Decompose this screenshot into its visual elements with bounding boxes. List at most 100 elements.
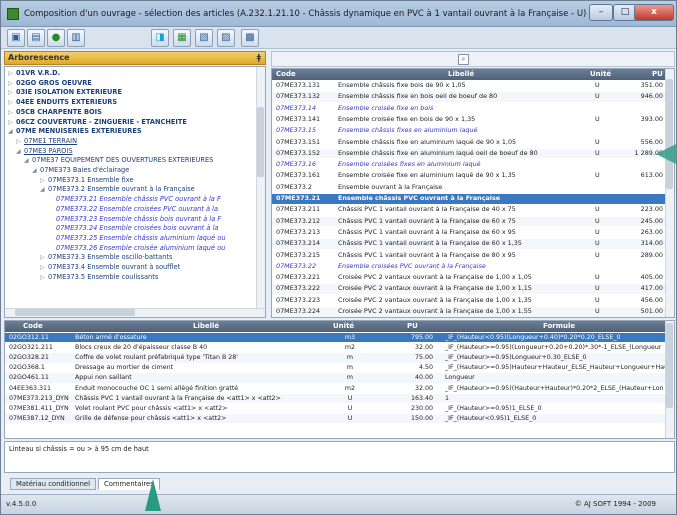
table-row[interactable]: 07ME373.16 Ensemble croisées fixes en alu… bbox=[272, 160, 667, 170]
filter-icon[interactable]: ▥ bbox=[67, 29, 85, 47]
expand-arrow-icon[interactable]: ▷ bbox=[40, 176, 48, 185]
table-row[interactable]: 02GO368.1 Dressage au mortier de ciment m 4… bbox=[5, 363, 667, 372]
expand-arrow-icon[interactable]: ◢ bbox=[32, 166, 40, 175]
print-icon[interactable]: ▦ bbox=[173, 29, 191, 47]
expand-arrow-icon[interactable]: ▷ bbox=[8, 79, 16, 88]
articles-table[interactable]: Code Libellé Unité PU 07ME373.131 Ensembl… bbox=[271, 68, 675, 318]
expand-arrow-icon[interactable]: ▷ bbox=[8, 88, 16, 97]
tab-materiau-conditionnel[interactable]: Matériau conditionnel bbox=[10, 478, 96, 490]
table-row[interactable]: 07ME373.224 Croisée PVC 2 vantaux ouvrant… bbox=[272, 307, 667, 317]
table-row[interactable]: 07ME373.223 Croisée PVC 2 vantaux ouvrant… bbox=[272, 296, 667, 306]
table-row[interactable]: 07ME373.213 Châssis PVC 1 vantail ouvrant… bbox=[272, 228, 667, 238]
col-code[interactable]: Code bbox=[23, 321, 43, 332]
tree-item[interactable]: ◢ 07ME37 EQUIPEMENT DES OUVERTURES EXTERI… bbox=[24, 156, 213, 165]
minimize-button[interactable]: – bbox=[589, 4, 613, 21]
table-row[interactable]: 07ME373.152 Ensemble châssis fixe en alum… bbox=[272, 148, 667, 159]
expand-arrow-icon[interactable]: ▷ bbox=[8, 69, 16, 78]
save-icon[interactable]: ▣ bbox=[7, 29, 25, 47]
list-icon[interactable]: ▧ bbox=[195, 29, 213, 47]
table-row[interactable]: 02GO461.11 Appui non saillant m 40.00 Longue… bbox=[5, 373, 667, 383]
tree-item[interactable]: ▷ 04EE ENDUITS EXTERIEURS bbox=[8, 98, 117, 107]
table-row[interactable]: 02GO312.11 Béton armé d'ossature m3 795.00 _… bbox=[5, 333, 667, 343]
table-row[interactable]: 07ME373.213_DYN Châssis PVC 1 vantail ouv… bbox=[5, 393, 667, 403]
table-row[interactable]: 07ME387.12_DYN Grille de défense pour châ… bbox=[5, 413, 667, 424]
tree-item[interactable]: 07ME373.24 Ensemble croisées bois ouvran… bbox=[48, 224, 218, 233]
table-row[interactable]: 07ME373.21 Ensemble châssis PVC ouvrant à… bbox=[272, 194, 667, 204]
tree-item[interactable]: 07ME373.26 Ensemble croisée aluminium la… bbox=[48, 244, 225, 253]
tree-item[interactable]: 07ME373.21 Ensemble châssis PVC ouvrant … bbox=[48, 195, 221, 204]
tree-item[interactable]: ◢ 07ME373 Baies d'éclairage bbox=[32, 166, 129, 175]
expand-arrow-icon[interactable]: ▷ bbox=[8, 108, 16, 117]
table-row[interactable]: 02GO328.21 Coffre de volet roulant préfab… bbox=[5, 353, 667, 363]
tree-item[interactable]: ◢ 07ME373.2 Ensemble ouvrant à la Françai… bbox=[40, 185, 195, 194]
tree-item[interactable]: ▷ 07ME373.4 Ensemble ouvrant à soufflet bbox=[40, 263, 180, 272]
table-row[interactable]: 07ME373.14 Ensemble croisée fixe en bois bbox=[272, 104, 667, 114]
tree-item[interactable]: ▷ 05CB CHARPENTE BOIS bbox=[8, 108, 102, 117]
col-pu[interactable]: PU bbox=[407, 321, 418, 332]
col-formule[interactable]: Formule bbox=[543, 321, 575, 332]
tree-scroll-thumb[interactable] bbox=[257, 107, 264, 177]
expand-arrow-icon[interactable]: ▷ bbox=[40, 263, 48, 272]
expand-arrow-icon[interactable]: ◢ bbox=[8, 127, 16, 136]
expand-arrow-icon[interactable]: ◢ bbox=[24, 156, 32, 165]
search-icon[interactable]: ⌕ bbox=[458, 54, 469, 65]
refresh-icon[interactable]: ● bbox=[47, 29, 65, 47]
tree-item[interactable]: 07ME373.23 Ensemble châssis bois ouvrant… bbox=[48, 215, 221, 224]
tree-hscroll-thumb[interactable] bbox=[15, 309, 135, 316]
tree-item[interactable]: ▷ 07ME373.5 Ensemble coulissants bbox=[40, 273, 158, 282]
table-row[interactable]: 07ME373.22 Ensemble croisées PVC ouvrant … bbox=[272, 262, 667, 272]
table-row[interactable]: 07ME381.411_DYN Volet roulant PVC pour ch… bbox=[5, 404, 667, 413]
articles-scroll-thumb[interactable] bbox=[666, 79, 673, 189]
composition-table[interactable]: Code Libellé Unité PU Formule 02GO312.11… bbox=[4, 320, 675, 439]
expand-arrow-icon[interactable]: ▷ bbox=[16, 137, 24, 146]
expand-arrow-icon[interactable]: ▷ bbox=[8, 98, 16, 107]
expand-arrow-icon[interactable]: ▷ bbox=[40, 253, 48, 262]
table-row[interactable]: 07ME373.131 Ensemble châssis fixe bois de… bbox=[272, 81, 667, 91]
tree-item[interactable]: ▷ 07ME373.3 Ensemble oscillo-battants bbox=[40, 253, 172, 262]
table-row[interactable]: 07ME373.212 Châssis PVC 1 vantail ouvrant… bbox=[272, 216, 667, 227]
table-row[interactable]: 07ME373.211 Châssis PVC 1 vantail ouvrant… bbox=[272, 205, 667, 215]
expand-arrow-icon[interactable]: ◢ bbox=[16, 147, 24, 156]
close-button[interactable]: x bbox=[634, 4, 674, 21]
col-libelle[interactable]: Libellé bbox=[448, 69, 474, 80]
table-row[interactable]: 07ME373.214 Châssis PVC 1 vantail ouvrant… bbox=[272, 239, 667, 249]
notes-area[interactable]: Linteau si châssis = ou > à 95 cm de hau… bbox=[4, 441, 675, 473]
col-pu[interactable]: PU bbox=[652, 69, 663, 80]
col-unite[interactable]: Unité bbox=[590, 69, 611, 80]
tree-hscrollbar[interactable] bbox=[5, 308, 265, 317]
col-libelle[interactable]: Libellé bbox=[193, 321, 219, 332]
tree-item[interactable]: ▷ 06CZ COUVERTURE - ZINGUERIE - ETANCHEIT… bbox=[8, 118, 187, 127]
table-icon[interactable]: ▩ bbox=[241, 29, 259, 47]
tree-item[interactable]: ◢ 07ME MENUISERIES EXTERIEURES bbox=[8, 127, 142, 136]
copy-icon[interactable]: ◨ bbox=[151, 29, 169, 47]
table-row[interactable]: 07ME373.161 Ensemble croisée fixe en alum… bbox=[272, 171, 667, 181]
composition-scroll-thumb[interactable] bbox=[666, 323, 673, 408]
table-row[interactable]: 07ME373.215 Châssis PVC 1 vantail ouvrant… bbox=[272, 251, 667, 261]
tree-item[interactable]: 07ME373.22 Ensemble croisées PVC ouvrant… bbox=[48, 205, 218, 214]
table-row[interactable]: 07ME373.151 Ensemble châssis fixe en alum… bbox=[272, 138, 667, 148]
expand-arrow-icon[interactable]: ▷ bbox=[40, 273, 48, 282]
title-bar[interactable]: Composition d'un ouvrage - sélection des… bbox=[1, 1, 676, 27]
tree-scrollbar[interactable] bbox=[256, 67, 265, 317]
tree-view[interactable]: ▷ 01VR V.R.D. ▷ 02GO GROS OEUVRE ▷ 03IE ISOLA… bbox=[4, 66, 266, 318]
tree-item[interactable]: ▷ 02GO GROS OEUVRE bbox=[8, 79, 92, 88]
tree-item[interactable]: ▷ 07ME1 TERRAIN bbox=[16, 137, 77, 146]
table-row[interactable]: 07ME373.141 Ensemble croisée fixe en bois… bbox=[272, 115, 667, 125]
export-icon[interactable]: ▤ bbox=[27, 29, 45, 47]
table-row[interactable]: 07ME373.2 Ensemble ouvrant à la Française bbox=[272, 183, 667, 193]
tree-item[interactable]: ◢ 07ME3 PAROIS bbox=[16, 147, 73, 156]
table-row[interactable]: 02GO321.211 Blocs creux de 20 d'épaisseur… bbox=[5, 343, 667, 352]
tree-item[interactable]: 07ME373.25 Ensemble châssis aluminium la… bbox=[48, 234, 226, 243]
table-row[interactable]: 07ME373.132 Ensemble châssis fixe en bois… bbox=[272, 92, 667, 102]
tree-item[interactable]: ▷ 07ME373.1 Ensemble fixe bbox=[40, 176, 134, 185]
expand-arrow-icon[interactable]: ◢ bbox=[40, 185, 48, 194]
col-unite[interactable]: Unité bbox=[333, 321, 354, 332]
table-row[interactable]: 07ME373.221 Croisée PVC 2 vantaux ouvrant… bbox=[272, 273, 667, 283]
tree-item[interactable]: ▷ 03IE ISOLATION EXTERIEURE bbox=[8, 88, 122, 97]
expand-arrow-icon[interactable]: ▷ bbox=[8, 118, 16, 127]
search-bar[interactable]: ⌕ bbox=[271, 51, 675, 67]
grid-icon[interactable]: ▨ bbox=[217, 29, 235, 47]
table-row[interactable]: 07ME373.15 Ensemble châssis fixes en alum… bbox=[272, 126, 667, 136]
tree-item[interactable]: ▷ 01VR V.R.D. bbox=[8, 69, 60, 78]
composition-scrollbar[interactable] bbox=[665, 321, 674, 438]
